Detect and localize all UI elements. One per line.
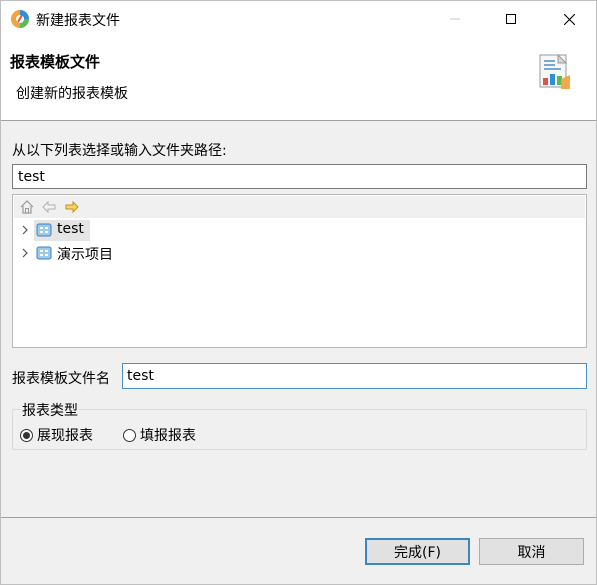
tree-item-test[interactable]: test xyxy=(13,219,586,241)
radio-button-checked[interactable] xyxy=(20,428,33,442)
forward-icon[interactable] xyxy=(64,199,80,215)
chevron-right-icon[interactable] xyxy=(19,223,31,237)
button-bar-separator xyxy=(1,517,596,518)
tree-toolbar xyxy=(14,196,585,218)
report-type-legend: 报表类型 xyxy=(21,400,79,420)
chevron-right-icon[interactable] xyxy=(19,246,31,260)
tree-item-demo-project[interactable]: 演示项目 xyxy=(13,242,586,264)
maximize-icon xyxy=(506,14,516,24)
dialog-window: 新建报表文件 报表模板文件 创建新的报表模板 从以下列表选择或输入文件夹路径: xyxy=(0,0,597,585)
close-button[interactable] xyxy=(546,1,592,37)
app-logo-icon xyxy=(11,10,29,28)
home-icon[interactable] xyxy=(19,199,35,215)
wizard-description: 创建新的报表模板 xyxy=(16,86,128,102)
tree-item-label: test xyxy=(57,221,84,237)
window-title: 新建报表文件 xyxy=(36,13,120,29)
file-name-input[interactable] xyxy=(122,363,587,389)
cancel-button[interactable]: 取消 xyxy=(479,538,584,565)
report-wizard-icon xyxy=(539,53,570,89)
minimize-button[interactable] xyxy=(432,1,478,37)
radio-label: 展现报表 xyxy=(37,428,93,444)
tree-item-label: 演示项目 xyxy=(57,247,113,263)
minimize-icon xyxy=(450,18,460,20)
file-name-label: 报表模板文件名 xyxy=(12,371,110,387)
maximize-button[interactable] xyxy=(488,1,534,37)
folder-path-input[interactable] xyxy=(12,164,587,189)
title-bar: 新建报表文件 xyxy=(1,1,596,37)
wizard-header: 报表模板文件 创建新的报表模板 xyxy=(1,37,596,121)
radio-display-report[interactable]: 展现报表 xyxy=(20,425,93,445)
wizard-title: 报表模板文件 xyxy=(10,53,101,71)
back-icon[interactable] xyxy=(41,199,57,215)
project-icon xyxy=(36,223,52,237)
folder-tree[interactable]: test 演示项目 xyxy=(12,194,587,348)
finish-button[interactable]: 完成(F) xyxy=(365,538,470,565)
folder-path-label: 从以下列表选择或输入文件夹路径: xyxy=(12,143,227,159)
report-type-group xyxy=(12,409,587,450)
radio-button[interactable] xyxy=(123,428,136,442)
radio-fill-report[interactable]: 填报报表 xyxy=(123,425,196,445)
project-icon xyxy=(36,246,52,260)
close-icon xyxy=(563,13,575,25)
radio-label: 填报报表 xyxy=(140,428,196,444)
